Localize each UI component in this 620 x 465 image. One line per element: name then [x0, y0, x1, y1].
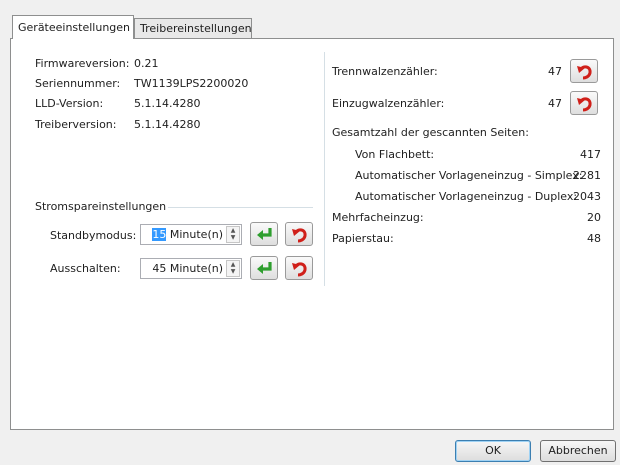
ok-button[interactable]: OK — [455, 440, 531, 462]
feed-roller-label: Einzugwalzenzähler: — [332, 97, 445, 110]
ok-button-label: OK — [485, 444, 501, 457]
tab-device-settings-label: Geräteeinstellungen — [18, 21, 131, 34]
multifeed-label: Mehrfacheinzug: — [332, 211, 424, 224]
flatbed-value: 417 — [580, 148, 601, 161]
standby-value[interactable]: 15 Minute(n) — [152, 225, 223, 244]
power-off-spinbox[interactable]: 45 Minute(n) ▲ ▼ — [140, 258, 242, 279]
adf-simplex-label: Automatischer Vorlageneinzug - Simplex: — [355, 169, 583, 182]
standby-label: Standbymodus: — [50, 229, 137, 242]
power-group-title: Stromspareinstellungen — [35, 200, 167, 213]
feed-roller-reset-button[interactable] — [570, 91, 598, 115]
lld-version-value: 5.1.14.4280 — [134, 97, 201, 110]
red-undo-arrow-icon — [292, 228, 307, 243]
standby-spin-arrows[interactable]: ▲ ▼ — [226, 226, 240, 243]
spin-up-icon[interactable]: ▲ — [227, 227, 239, 234]
serial-value: TW1139LPS2200020 — [134, 77, 249, 90]
standby-unit: Minute(n) — [166, 228, 223, 241]
power-off-reset-button[interactable] — [285, 256, 313, 280]
power-off-apply-button[interactable] — [250, 256, 278, 280]
power-off-spin-arrows[interactable]: ▲ ▼ — [226, 260, 240, 277]
separation-roller-reset-button[interactable] — [570, 59, 598, 83]
power-off-label: Ausschalten: — [50, 262, 121, 275]
tab-driver-settings[interactable]: Treibereinstellungen — [134, 18, 252, 38]
serial-label: Seriennummer: — [35, 77, 121, 90]
cancel-button-label: Abbrechen — [548, 444, 608, 457]
adf-simplex-value: 2281 — [573, 169, 601, 182]
red-undo-arrow-icon — [577, 65, 592, 80]
spin-up-icon[interactable]: ▲ — [227, 261, 239, 268]
power-group-line — [168, 207, 313, 208]
red-undo-arrow-icon — [577, 97, 592, 112]
adf-duplex-label: Automatischer Vorlageneinzug - Duplex: — [355, 190, 578, 203]
separation-roller-label: Trennwalzenzähler: — [332, 65, 438, 78]
firmware-value: 0.21 — [134, 57, 159, 70]
multifeed-value: 20 — [587, 211, 601, 224]
lld-version-label: LLD-Version: — [35, 97, 104, 110]
driver-version-label: Treiberversion: — [35, 118, 117, 131]
firmware-label: Firmwareversion: — [35, 57, 130, 70]
standby-reset-button[interactable] — [285, 222, 313, 246]
cancel-button[interactable]: Abbrechen — [540, 440, 616, 462]
spin-down-icon[interactable]: ▼ — [227, 268, 239, 275]
standby-selected-text: 15 — [152, 228, 167, 241]
separation-roller-value: 47 — [548, 65, 562, 78]
vertical-separator — [324, 52, 325, 286]
tab-device-settings[interactable]: Geräteeinstellungen — [12, 15, 134, 39]
feed-roller-value: 47 — [548, 97, 562, 110]
driver-version-value: 5.1.14.4280 — [134, 118, 201, 131]
flatbed-label: Von Flachbett: — [355, 148, 435, 161]
green-enter-arrow-icon — [257, 262, 272, 274]
tab-driver-settings-label: Treibereinstellungen — [140, 22, 252, 35]
standby-spinbox[interactable]: 15 Minute(n) ▲ ▼ — [140, 224, 242, 245]
spin-down-icon[interactable]: ▼ — [227, 234, 239, 241]
red-undo-arrow-icon — [292, 262, 307, 277]
power-off-value[interactable]: 45 Minute(n) — [152, 259, 223, 278]
total-pages-label: Gesamtzahl der gescannten Seiten: — [332, 126, 529, 139]
green-enter-arrow-icon — [257, 228, 272, 240]
standby-apply-button[interactable] — [250, 222, 278, 246]
paper-jam-value: 48 — [587, 232, 601, 245]
paper-jam-label: Papierstau: — [332, 232, 394, 245]
adf-duplex-value: 2043 — [573, 190, 601, 203]
